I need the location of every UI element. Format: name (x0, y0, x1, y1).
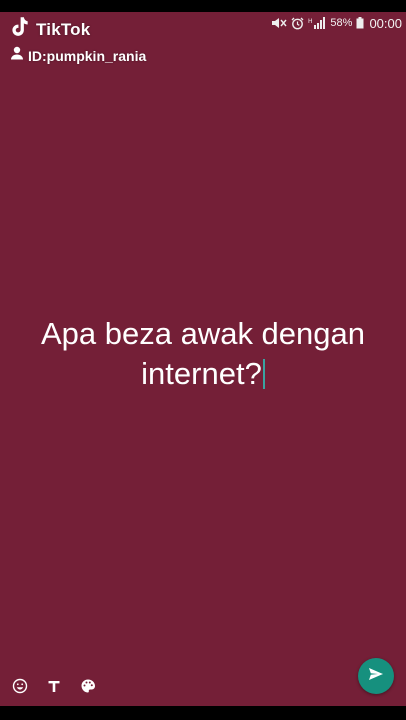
alarm-icon (291, 17, 304, 30)
battery-icon (356, 17, 364, 29)
bottom-letterbox (0, 706, 406, 720)
tiktok-note-icon (6, 14, 32, 45)
person-icon (10, 46, 24, 65)
mute-icon (271, 17, 287, 29)
tiktok-watermark: TikTok ID:pumpkin_rania (6, 14, 146, 65)
palette-icon[interactable] (78, 676, 98, 696)
status-text-content: Apa beza awak dengan internet? (40, 316, 366, 391)
emoji-icon[interactable] (10, 676, 30, 696)
status-time: 00:00 (369, 15, 402, 31)
signal-icon: H (308, 17, 326, 29)
text-style-icon[interactable] (44, 676, 64, 696)
battery-percentage: 58% (330, 17, 353, 29)
watermark-user-id: ID:pumpkin_rania (28, 47, 147, 64)
text-caret (262, 359, 265, 389)
svg-text:H: H (308, 18, 313, 25)
tiktok-brand: TikTok (36, 19, 91, 39)
send-icon (368, 667, 384, 686)
send-button[interactable] (358, 658, 394, 694)
top-letterbox (0, 0, 406, 12)
status-toolbar (10, 676, 98, 696)
status-text-input[interactable]: Apa beza awak dengan internet? (20, 314, 386, 394)
system-status-bar: H 58% 00:00 (271, 14, 402, 32)
